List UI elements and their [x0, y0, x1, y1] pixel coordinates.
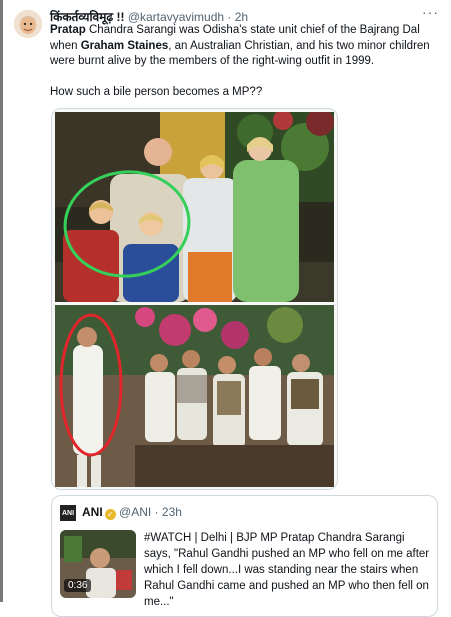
author-avatar[interactable] [14, 10, 42, 38]
tweet-text: Pratap Chandra Sarangi was Odisha's stat… [50, 23, 440, 100]
tweet-media[interactable] [51, 108, 338, 490]
quoted-header-separator: · [154, 505, 159, 519]
video-duration: 0:36 [64, 579, 92, 592]
family-photo[interactable] [55, 112, 334, 302]
mention-graham-staines: Graham Staines [80, 39, 169, 52]
more-options-icon[interactable]: ··· [422, 4, 439, 20]
quoted-tweet[interactable]: ANI ANI ✓ @ANI · 23h 0:36 #WATCH | Delhi … [51, 495, 438, 617]
tweet-time[interactable]: 2h [235, 10, 248, 24]
window-edge [0, 0, 3, 602]
header-separator: · [227, 10, 232, 24]
quoted-tweet-header: ANI ✓ @ANI · 23h [82, 505, 182, 520]
quoted-tweet-time[interactable]: 23h [162, 505, 182, 519]
quoted-author-name[interactable]: ANI [82, 505, 103, 519]
author-name[interactable]: किंकर्तव्यविमूढ़ !! [50, 10, 124, 24]
tweet-question: How such a bile person becomes a MP?? [50, 85, 263, 98]
tweet-paragraph: Pratap Chandra Sarangi was Odisha's stat… [50, 23, 440, 70]
mention-pratap: Pratap [50, 24, 86, 36]
parliament-photo[interactable] [55, 305, 334, 487]
quoted-video-thumbnail[interactable]: 0:36 [60, 530, 136, 598]
quoted-author-handle[interactable]: @ANI [119, 505, 151, 519]
quoted-tweet-text: #WATCH | Delhi | BJP MP Pratap Chandra S… [144, 532, 430, 608]
author-handle[interactable]: @kartavyavimudh [128, 10, 224, 24]
verified-badge-icon: ✓ [104, 509, 116, 520]
ani-logo: ANI [60, 505, 76, 521]
